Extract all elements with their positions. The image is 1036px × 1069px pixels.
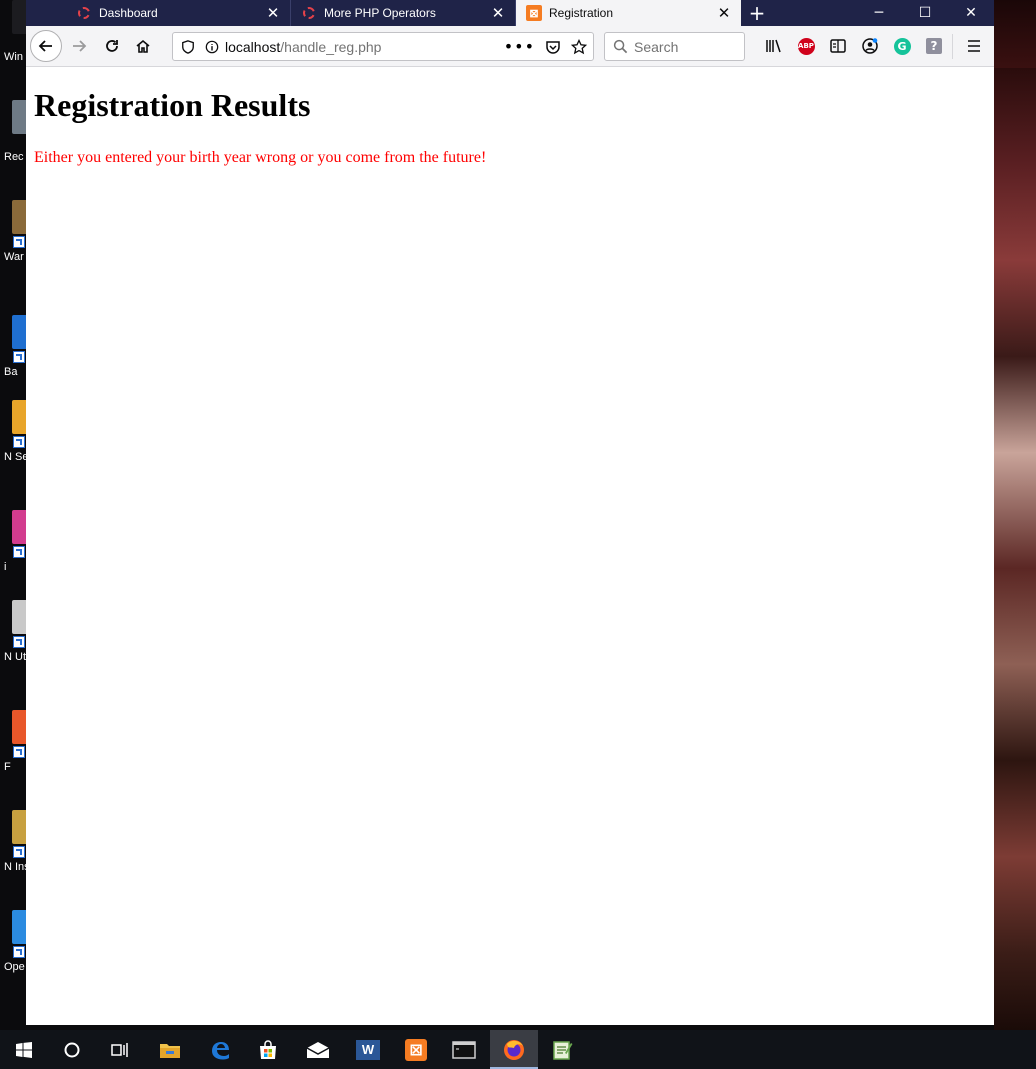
back-button[interactable] — [30, 30, 62, 62]
search-placeholder: Search — [634, 38, 679, 55]
firefox-icon[interactable] — [490, 1030, 538, 1069]
tab-label: More PHP Operators — [324, 6, 436, 20]
shortcut-arrow-icon — [13, 846, 25, 858]
reader-view-icon[interactable] — [822, 30, 854, 62]
forward-arrow-icon — [73, 40, 87, 52]
tab-dashboard[interactable]: Dashboard ✕ — [66, 0, 291, 26]
ring-icon — [76, 5, 92, 21]
wallpaper — [994, 0, 1036, 68]
shortcut-label: N Ins — [4, 861, 28, 873]
shortcut-label: Ope — [4, 961, 25, 973]
account-icon[interactable] — [854, 30, 886, 62]
ring-icon — [301, 5, 317, 21]
back-arrow-icon — [38, 40, 52, 52]
close-window-icon[interactable]: ✕ — [948, 0, 994, 26]
tab-registration[interactable]: ⊠ Registration ✕ — [516, 0, 741, 26]
task-view-icon[interactable] — [96, 1030, 144, 1069]
home-button[interactable] — [127, 30, 159, 62]
reload-button[interactable] — [96, 30, 128, 62]
file-explorer-icon[interactable] — [146, 1030, 194, 1069]
shortcut-arrow-icon — [13, 236, 25, 248]
url-bar[interactable]: localhost/handle_reg.php ••• — [172, 32, 594, 61]
url-path: /handle_reg.php — [280, 38, 382, 55]
site-info-icon[interactable] — [205, 40, 219, 54]
close-tab-icon[interactable]: ✕ — [715, 4, 733, 22]
page-content: Registration Results Either you entered … — [26, 67, 994, 1025]
terminal-icon[interactable] — [440, 1030, 488, 1069]
start-icon[interactable] — [0, 1030, 48, 1069]
help-icon[interactable]: ? — [918, 30, 950, 62]
library-icon[interactable] — [758, 30, 790, 62]
xampp-icon[interactable]: ⊠ — [392, 1030, 440, 1069]
shortcut-label: N Se — [4, 451, 28, 463]
edge-icon[interactable] — [196, 1030, 244, 1069]
tab-label: Registration — [549, 6, 614, 20]
minimize-icon[interactable]: ─ — [856, 0, 902, 26]
search-bar[interactable]: Search — [604, 32, 745, 61]
shortcut-label: F — [4, 761, 11, 773]
word-icon[interactable]: W — [344, 1030, 392, 1069]
xampp-icon: ⊠ — [526, 5, 542, 21]
mail-icon[interactable] — [294, 1030, 342, 1069]
close-tab-icon[interactable]: ✕ — [489, 4, 507, 22]
shortcut-arrow-icon — [13, 946, 25, 958]
shortcut-label: i — [4, 561, 7, 573]
bookmark-star-icon[interactable] — [571, 38, 587, 55]
shortcut-label: War 40,0 — [4, 251, 28, 263]
pocket-icon[interactable] — [545, 39, 561, 55]
home-icon — [136, 39, 150, 53]
close-tab-icon[interactable]: ✕ — [264, 4, 282, 22]
shortcut-arrow-icon — [13, 636, 25, 648]
grammarly-icon[interactable]: G — [886, 30, 918, 62]
grammarly-label: G — [893, 37, 911, 55]
error-message: Either you entered your birth year wrong… — [34, 149, 487, 166]
cortana-icon[interactable] — [48, 1030, 96, 1069]
taskbar: W ⊠ — [0, 1030, 1036, 1069]
shortcut-label: Win — [4, 51, 23, 63]
url-text[interactable]: localhost/handle_reg.php — [225, 39, 381, 55]
shortcut-label: Rec — [4, 151, 24, 163]
forward-button[interactable] — [63, 30, 95, 62]
word-label: W — [356, 1039, 380, 1060]
new-tab-button[interactable]: + — [744, 0, 770, 26]
tracking-shield-icon[interactable] — [181, 39, 195, 54]
shortcut-arrow-icon — [13, 546, 25, 558]
shortcut-arrow-icon — [13, 436, 25, 448]
page-actions-icon[interactable]: ••• — [504, 37, 535, 56]
navigation-toolbar: localhost/handle_reg.php ••• Search ABP … — [26, 26, 994, 67]
tab-strip: Dashboard ✕ More PHP Operators ✕ ⊠ Regis… — [26, 0, 994, 26]
tab-label: Dashboard — [99, 6, 158, 20]
shortcut-label: Ba — [4, 366, 18, 378]
firefox-window: Dashboard ✕ More PHP Operators ✕ ⊠ Regis… — [26, 0, 994, 1025]
store-icon[interactable] — [244, 1030, 292, 1069]
maximize-icon[interactable]: ☐ — [902, 0, 948, 26]
shortcut-arrow-icon — [13, 351, 25, 363]
wallpaper-artwork — [994, 68, 1036, 1030]
page-title: Registration Results — [34, 87, 311, 123]
search-icon — [613, 39, 628, 54]
adblock-icon[interactable]: ABP — [790, 30, 822, 62]
desktop-icons: Win Rec War 40,0 Ba N Se i N Uti F N Ins Ope — [0, 0, 28, 1030]
adblock-label: ABP — [797, 37, 815, 55]
xampp-label: ⊠ — [405, 1038, 427, 1061]
notepad-plus-icon[interactable] — [538, 1030, 586, 1069]
url-host: localhost — [225, 38, 281, 55]
tab-more-php-operators[interactable]: More PHP Operators ✕ — [291, 0, 516, 26]
menu-icon[interactable] — [958, 30, 990, 62]
reload-icon — [106, 40, 118, 52]
shortcut-arrow-icon — [13, 746, 25, 758]
shortcut-label: N Uti — [4, 651, 28, 663]
help-label: ? — [926, 38, 942, 54]
toolbar-divider — [952, 34, 953, 59]
